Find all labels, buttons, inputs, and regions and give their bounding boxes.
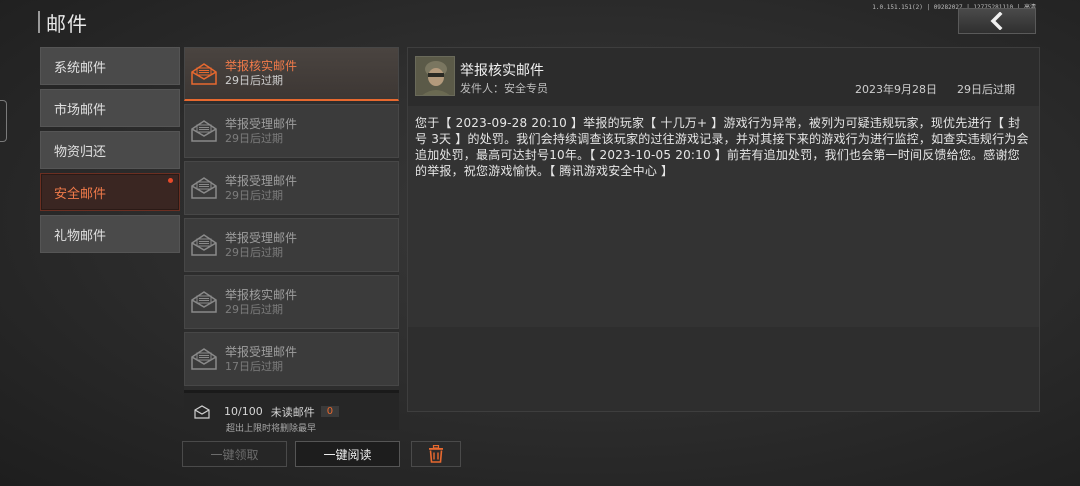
trash-icon: [429, 445, 443, 463]
mail-category-list: 系统邮件 市场邮件 物资归还 安全邮件 礼物邮件: [40, 47, 180, 257]
mail-title: 举报受理邮件: [225, 116, 298, 131]
mail-item[interactable]: 举报核实邮件 29日后过期: [184, 47, 399, 101]
unread-count: 0: [320, 406, 340, 417]
envelope-icon: [191, 291, 217, 313]
capacity-warning: 超出上限时将删除最早: [226, 424, 317, 434]
mail-item[interactable]: 举报受理邮件 29日后过期: [184, 104, 399, 158]
category-returns[interactable]: 物资归还: [40, 131, 180, 169]
soldier-avatar-icon: [416, 57, 454, 95]
mail-list[interactable]: 举报核实邮件 29日后过期 举报受理邮件 29日后过期 举报受理邮件 29日后过期 举…: [184, 47, 399, 430]
title-divider: [38, 11, 40, 33]
mail-item[interactable]: 举报核实邮件 29日后过期: [184, 275, 399, 329]
mail-title: 举报受理邮件: [225, 230, 298, 245]
envelope-icon: [191, 234, 217, 256]
chevron-left-icon: [990, 12, 1003, 30]
claim-all-button[interactable]: 一键领取: [182, 441, 287, 467]
mail-detail-expiry: 29日后过期: [957, 83, 1015, 96]
mail-sender: 发件人：安全专员: [460, 82, 548, 95]
mail-count: 10/100: [224, 405, 263, 418]
mail-body: 您于【 2023-09-28 20:10 】举报的玩家【 十几万+ 】游戏行为异…: [415, 116, 1029, 178]
category-market[interactable]: 市场邮件: [40, 89, 180, 127]
mail-date: 2023年9月28日: [855, 83, 937, 96]
mail-item[interactable]: 举报受理邮件 29日后过期: [184, 218, 399, 272]
category-security[interactable]: 安全邮件: [40, 173, 180, 211]
mail-detail-title: 举报核实邮件: [460, 63, 544, 79]
mail-expiry: 29日后过期: [225, 302, 283, 316]
envelope-icon: [191, 177, 217, 199]
category-label: 安全邮件: [54, 186, 107, 202]
unread-dot: [168, 178, 173, 183]
mail-item[interactable]: 举报受理邮件 17日后过期: [184, 332, 399, 386]
sender-avatar: [415, 56, 455, 96]
mail-expiry: 29日后过期: [225, 74, 283, 87]
mail-title: 举报受理邮件: [225, 173, 298, 188]
mail-expiry: 29日后过期: [225, 245, 283, 259]
envelope-stack-icon: [194, 404, 210, 419]
category-label: 礼物邮件: [54, 228, 107, 244]
mail-title: 举报核实邮件: [225, 59, 298, 73]
read-all-button[interactable]: 一键阅读: [295, 441, 400, 467]
delete-button[interactable]: [411, 441, 461, 467]
category-gift[interactable]: 礼物邮件: [40, 215, 180, 253]
category-label: 市场邮件: [54, 102, 107, 118]
mail-item[interactable]: 举报受理邮件 29日后过期: [184, 161, 399, 215]
mail-detail-header: 举报核实邮件 发件人：安全专员 2023年9月28日 29日后过期: [408, 48, 1039, 106]
category-label: 系统邮件: [54, 60, 107, 76]
category-label: 物资归还: [54, 144, 107, 160]
mail-title: 举报受理邮件: [225, 344, 298, 359]
mail-expiry: 29日后过期: [225, 131, 283, 145]
mail-expiry: 29日后过期: [225, 188, 283, 202]
envelope-icon: [191, 62, 217, 85]
mail-detail-panel: 举报核实邮件 发件人：安全专员 2023年9月28日 29日后过期 您于【 20…: [407, 47, 1040, 412]
mailbox-capacity-bar: 10/100 未读邮件 0 超出上限时将删除最早: [184, 390, 399, 434]
mail-title: 举报核实邮件: [225, 287, 298, 302]
mail-expiry: 17日后过期: [225, 359, 283, 373]
attachment-area: [408, 327, 1039, 411]
back-button[interactable]: [958, 8, 1036, 34]
envelope-icon: [191, 348, 217, 370]
unread-label: 未读邮件: [270, 405, 315, 419]
page-title: 邮件: [46, 11, 88, 36]
category-system[interactable]: 系统邮件: [40, 47, 180, 85]
side-drawer-handle[interactable]: [0, 100, 7, 142]
page-header: 邮件: [38, 8, 88, 36]
envelope-icon: [191, 120, 217, 142]
